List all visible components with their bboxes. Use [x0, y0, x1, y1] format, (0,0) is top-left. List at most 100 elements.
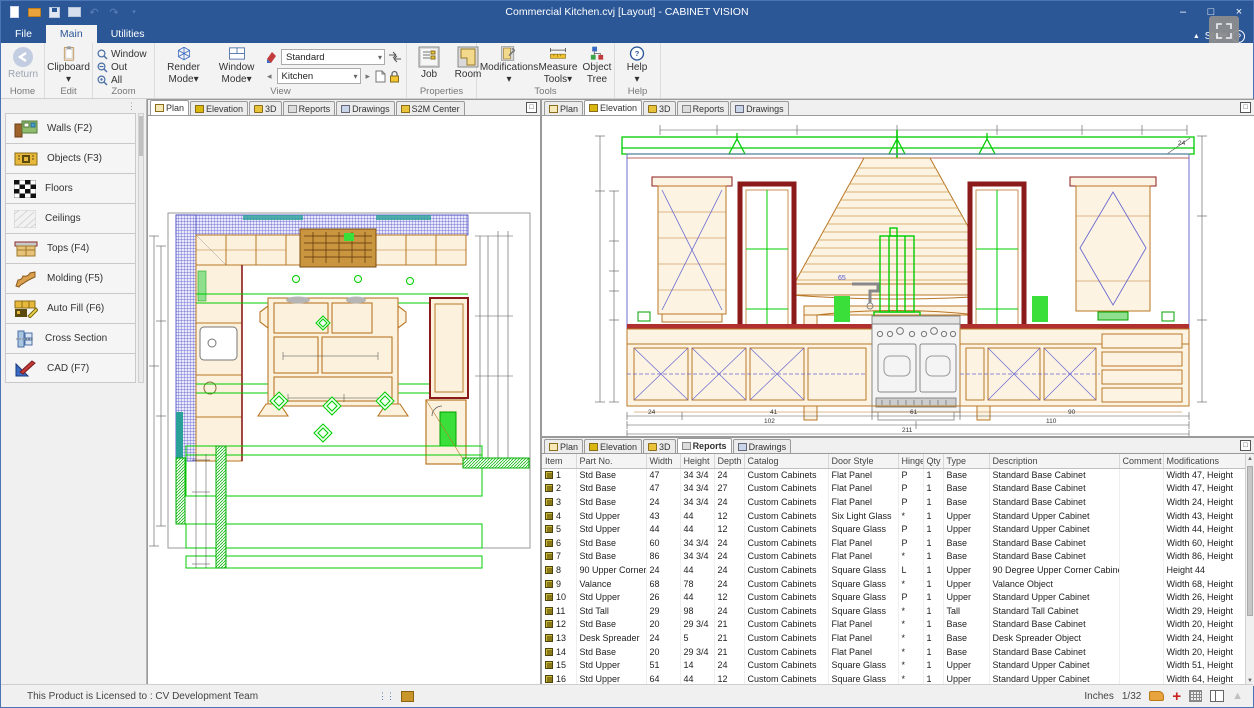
- print-button[interactable]: [67, 5, 81, 19]
- elev-tab-reports[interactable]: Reports: [677, 101, 730, 115]
- table-row[interactable]: 6Std Base6034 3/424Custom CabinetsFlat P…: [542, 536, 1247, 550]
- elevation-maximize-button[interactable]: □: [1240, 102, 1251, 113]
- sidebar-item-cross-section[interactable]: Cross Section: [5, 323, 136, 353]
- object-tree-button[interactable]: Object Tree: [579, 45, 615, 86]
- table-row[interactable]: 4Std Upper434412Custom CabinetsSix Light…: [542, 509, 1247, 523]
- table-row[interactable]: 13Desk Spreader24521Custom CabinetsFlat …: [542, 631, 1247, 645]
- elev-tab-plan[interactable]: Plan: [544, 101, 583, 115]
- table-row[interactable]: 10Std Upper264412Custom CabinetsSquare G…: [542, 590, 1247, 604]
- table-row[interactable]: 12Std Base2029 3/421Custom CabinetsFlat …: [542, 618, 1247, 632]
- reports-maximize-button[interactable]: □: [1240, 440, 1251, 451]
- modifications-button[interactable]: Modifications▾: [481, 45, 537, 86]
- plan-tab-plan[interactable]: Plan: [150, 100, 189, 115]
- range-appliance[interactable]: [300, 229, 376, 267]
- plan-tab-drawings[interactable]: Drawings: [336, 101, 395, 115]
- sink[interactable]: [200, 327, 237, 360]
- column-header[interactable]: Type: [943, 454, 989, 468]
- column-header[interactable]: Door Style: [828, 454, 898, 468]
- column-header[interactable]: Modifications: [1163, 454, 1247, 468]
- undo-button[interactable]: ↶: [87, 5, 101, 19]
- tab-utilities[interactable]: Utilities: [97, 25, 159, 43]
- window-mode-button[interactable]: Window Mode▾: [211, 45, 262, 86]
- job-button[interactable]: Job: [411, 45, 447, 86]
- rep-tab-reports[interactable]: Reports: [677, 438, 732, 453]
- tab-file[interactable]: File: [1, 25, 46, 43]
- plan-tab-s2m[interactable]: S2M Center: [396, 101, 465, 115]
- sidebar-item-walls[interactable]: Walls (F2): [5, 113, 136, 143]
- render-style-select[interactable]: Standard▾: [281, 49, 385, 65]
- redo-button[interactable]: ↷: [107, 5, 121, 19]
- sidebar-item-tops[interactable]: Tops (F4): [5, 233, 136, 263]
- right-cabinet-run[interactable]: [426, 298, 468, 464]
- previous-room-button[interactable]: ◂: [265, 71, 274, 82]
- lock-icon[interactable]: [389, 70, 400, 83]
- sidebar-item-ceilings[interactable]: Ceilings: [5, 203, 136, 233]
- rep-tab-plan[interactable]: Plan: [544, 439, 583, 453]
- tab-main[interactable]: Main: [46, 25, 97, 43]
- table-row[interactable]: 2Std Base4734 3/427Custom CabinetsFlat P…: [542, 482, 1247, 496]
- column-header[interactable]: Qty: [923, 454, 943, 468]
- elev-tab-3d[interactable]: 3D: [643, 101, 676, 115]
- column-header[interactable]: Comment: [1119, 454, 1163, 468]
- zoom-out-button[interactable]: Out: [97, 61, 147, 73]
- resize-grip-icon[interactable]: ▲: [1232, 690, 1243, 702]
- measure-tools-button[interactable]: Measure Tools▾: [540, 45, 576, 86]
- split-view-icon[interactable]: [1210, 690, 1224, 702]
- range-stove[interactable]: [872, 316, 960, 420]
- sidebar-item-autofill[interactable]: Auto Fill (F6): [5, 293, 136, 323]
- layout-tool-icon[interactable]: [400, 689, 414, 703]
- return-button[interactable]: Return: [5, 45, 41, 86]
- table-row[interactable]: 890 Upper Corner244424Custom CabinetsSqu…: [542, 563, 1247, 577]
- rep-tab-elevation[interactable]: Elevation: [584, 439, 642, 453]
- rep-tab-3d[interactable]: 3D: [643, 439, 676, 453]
- snap-hand-icon[interactable]: [1149, 691, 1164, 701]
- column-header[interactable]: Height: [680, 454, 714, 468]
- column-header[interactable]: Hinge: [898, 454, 923, 468]
- next-room-button[interactable]: ▸: [364, 71, 373, 82]
- clipboard-button[interactable]: Clipboard ▾: [49, 45, 88, 86]
- apply-view-icon[interactable]: [388, 51, 402, 63]
- grip-icon[interactable]: ⋮: [127, 101, 136, 112]
- sidebar-item-objects[interactable]: Objects (F3): [5, 143, 136, 173]
- table-row[interactable]: 1Std Base4734 3/424Custom CabinetsFlat P…: [542, 468, 1247, 482]
- left-base-cabinets[interactable]: [627, 329, 872, 406]
- column-header[interactable]: Catalog: [744, 454, 828, 468]
- plan-maximize-button[interactable]: □: [526, 102, 537, 113]
- zoom-all-button[interactable]: All: [97, 74, 147, 86]
- column-header[interactable]: Part No.: [576, 454, 646, 468]
- new-room-icon[interactable]: [375, 70, 386, 83]
- table-row[interactable]: 11Std Tall299824Custom CabinetsSquare Gl…: [542, 604, 1247, 618]
- new-file-button[interactable]: [7, 5, 21, 19]
- table-row[interactable]: 9Valance687824Custom CabinetsSquare Glas…: [542, 577, 1247, 591]
- room-select[interactable]: Kitchen▾: [277, 68, 361, 84]
- table-row[interactable]: 3Std Base2434 3/424Custom CabinetsFlat P…: [542, 495, 1247, 509]
- column-header[interactable]: Depth: [714, 454, 744, 468]
- sidebar-item-floors[interactable]: Floors: [5, 173, 136, 203]
- save-button[interactable]: [47, 5, 61, 19]
- grid-toggle-icon[interactable]: [1189, 690, 1202, 702]
- zoom-window-button[interactable]: Window: [97, 48, 147, 60]
- right-upper-cabinet[interactable]: [1070, 177, 1156, 320]
- elev-tab-elevation[interactable]: Elevation: [584, 100, 642, 115]
- collapse-ribbon-icon[interactable]: ▲: [1193, 33, 1200, 40]
- plan-tab-reports[interactable]: Reports: [283, 101, 336, 115]
- column-header[interactable]: Item: [542, 454, 576, 468]
- elev-tab-drawings[interactable]: Drawings: [730, 101, 789, 115]
- screen-capture-overlay[interactable]: [1209, 16, 1239, 46]
- scroll-up-icon[interactable]: ▲: [1246, 454, 1254, 464]
- table-row[interactable]: 5Std Upper444412Custom CabinetsSquare Gl…: [542, 522, 1247, 536]
- table-row[interactable]: 7Std Base8634 3/424Custom CabinetsFlat P…: [542, 550, 1247, 564]
- table-row[interactable]: 14Std Base2029 3/421Custom CabinetsFlat …: [542, 645, 1247, 659]
- sidebar-item-cad[interactable]: CAD (F7): [5, 353, 136, 383]
- help-button[interactable]: ? Help▾: [619, 45, 655, 86]
- rep-tab-drawings[interactable]: Drawings: [733, 439, 792, 453]
- sidebar-item-molding[interactable]: Molding (F5): [5, 263, 136, 293]
- plan-drawing-canvas[interactable]: [148, 116, 540, 685]
- elevation-drawing-canvas[interactable]: 24: [542, 116, 1254, 436]
- status-grip-icon[interactable]: ⋮⋮: [378, 691, 394, 702]
- column-header[interactable]: Description: [989, 454, 1119, 468]
- sidebar-scrollbar[interactable]: [138, 113, 144, 383]
- open-file-button[interactable]: [27, 5, 41, 19]
- column-header[interactable]: Width: [646, 454, 680, 468]
- render-mode-button[interactable]: Render Mode▾: [159, 45, 208, 86]
